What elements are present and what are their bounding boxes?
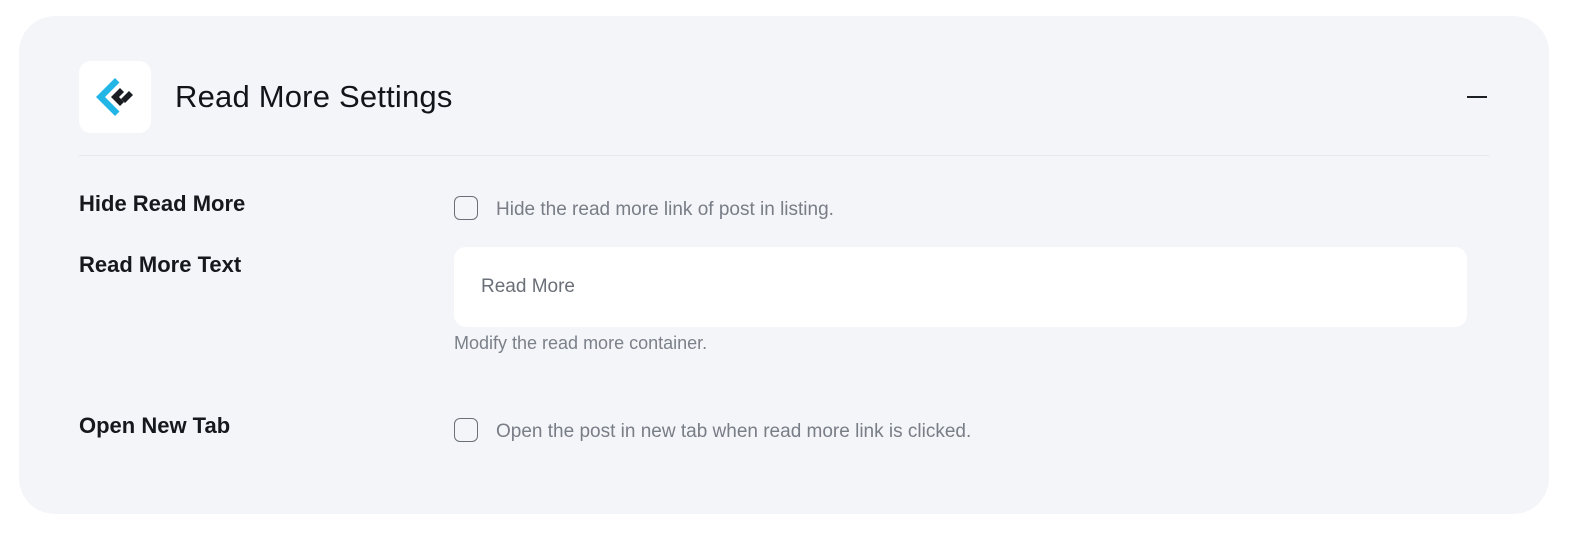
hide-read-more-label: Hide Read More [79, 191, 246, 216]
croco-logo-icon [79, 61, 151, 133]
section-header: Read More Settings [79, 61, 1489, 133]
read-more-text-label: Read More Text [79, 252, 242, 277]
open-new-tab-label: Open New Tab [79, 413, 231, 438]
open-new-tab-description: Open the post in new tab when read more … [496, 421, 972, 442]
open-new-tab-checkbox[interactable] [454, 418, 478, 442]
minus-icon [1467, 96, 1487, 98]
hide-read-more-description: Hide the read more link of post in listi… [496, 199, 834, 220]
read-more-text-help: Modify the read more container. [454, 333, 708, 353]
read-more-text-input[interactable] [454, 247, 1467, 327]
header-divider [79, 155, 1489, 156]
hide-read-more-checkbox[interactable] [454, 196, 478, 220]
collapse-button[interactable] [1465, 85, 1489, 109]
section-title: Read More Settings [175, 79, 453, 114]
logo-graphic [96, 78, 133, 116]
settings-card: Read More Settings Hide Read More Hide t… [19, 16, 1549, 514]
